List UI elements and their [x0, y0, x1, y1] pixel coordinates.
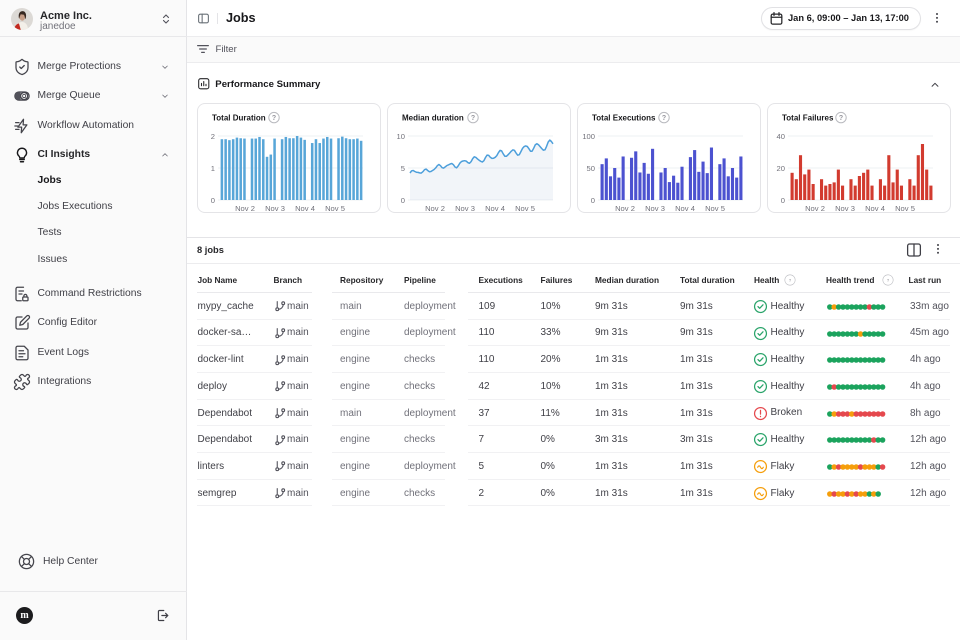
svg-text:?: ?	[839, 115, 843, 122]
svg-text:Nov 3: Nov 3	[455, 204, 475, 213]
svg-text:?: ?	[471, 115, 475, 122]
svg-text:Nov 5: Nov 5	[705, 204, 725, 213]
svg-text:Nov 5: Nov 5	[515, 204, 535, 213]
svg-text:Nov 2: Nov 2	[615, 204, 635, 213]
svg-text:Nov 3: Nov 3	[265, 204, 285, 213]
svg-text:Nov 4: Nov 4	[865, 204, 885, 213]
svg-text:Total Executions: Total Executions	[592, 114, 656, 123]
svg-text:0: 0	[401, 196, 405, 205]
svg-text:50: 50	[587, 164, 595, 173]
svg-text:Total Duration: Total Duration	[212, 114, 266, 123]
svg-text:Nov 4: Nov 4	[675, 204, 695, 213]
svg-text:Total Failures: Total Failures	[782, 114, 834, 123]
svg-text:?: ?	[886, 278, 889, 282]
svg-text:0: 0	[211, 196, 215, 205]
svg-text:5: 5	[401, 164, 405, 173]
svg-text:?: ?	[788, 278, 791, 282]
svg-text:0: 0	[591, 196, 595, 205]
svg-text:Nov 3: Nov 3	[835, 204, 855, 213]
svg-text:Nov 3: Nov 3	[645, 204, 665, 213]
svg-text:10: 10	[397, 132, 405, 141]
svg-text:2: 2	[211, 132, 215, 141]
svg-text:0: 0	[781, 196, 785, 205]
svg-text:Nov 2: Nov 2	[805, 204, 825, 213]
svg-text:40: 40	[777, 132, 785, 141]
svg-text:Nov 2: Nov 2	[235, 204, 255, 213]
svg-text:Nov 5: Nov 5	[325, 204, 345, 213]
svg-text:Median duration: Median duration	[402, 114, 464, 123]
svg-text:?: ?	[662, 115, 666, 122]
svg-text:20: 20	[777, 164, 785, 173]
svg-text:Nov 4: Nov 4	[485, 204, 505, 213]
svg-text:?: ?	[272, 115, 276, 122]
svg-text:1: 1	[211, 164, 215, 173]
svg-text:Nov 4: Nov 4	[295, 204, 315, 213]
svg-text:100: 100	[582, 132, 595, 141]
svg-text:Nov 5: Nov 5	[895, 204, 915, 213]
svg-text:Nov 2: Nov 2	[425, 204, 445, 213]
